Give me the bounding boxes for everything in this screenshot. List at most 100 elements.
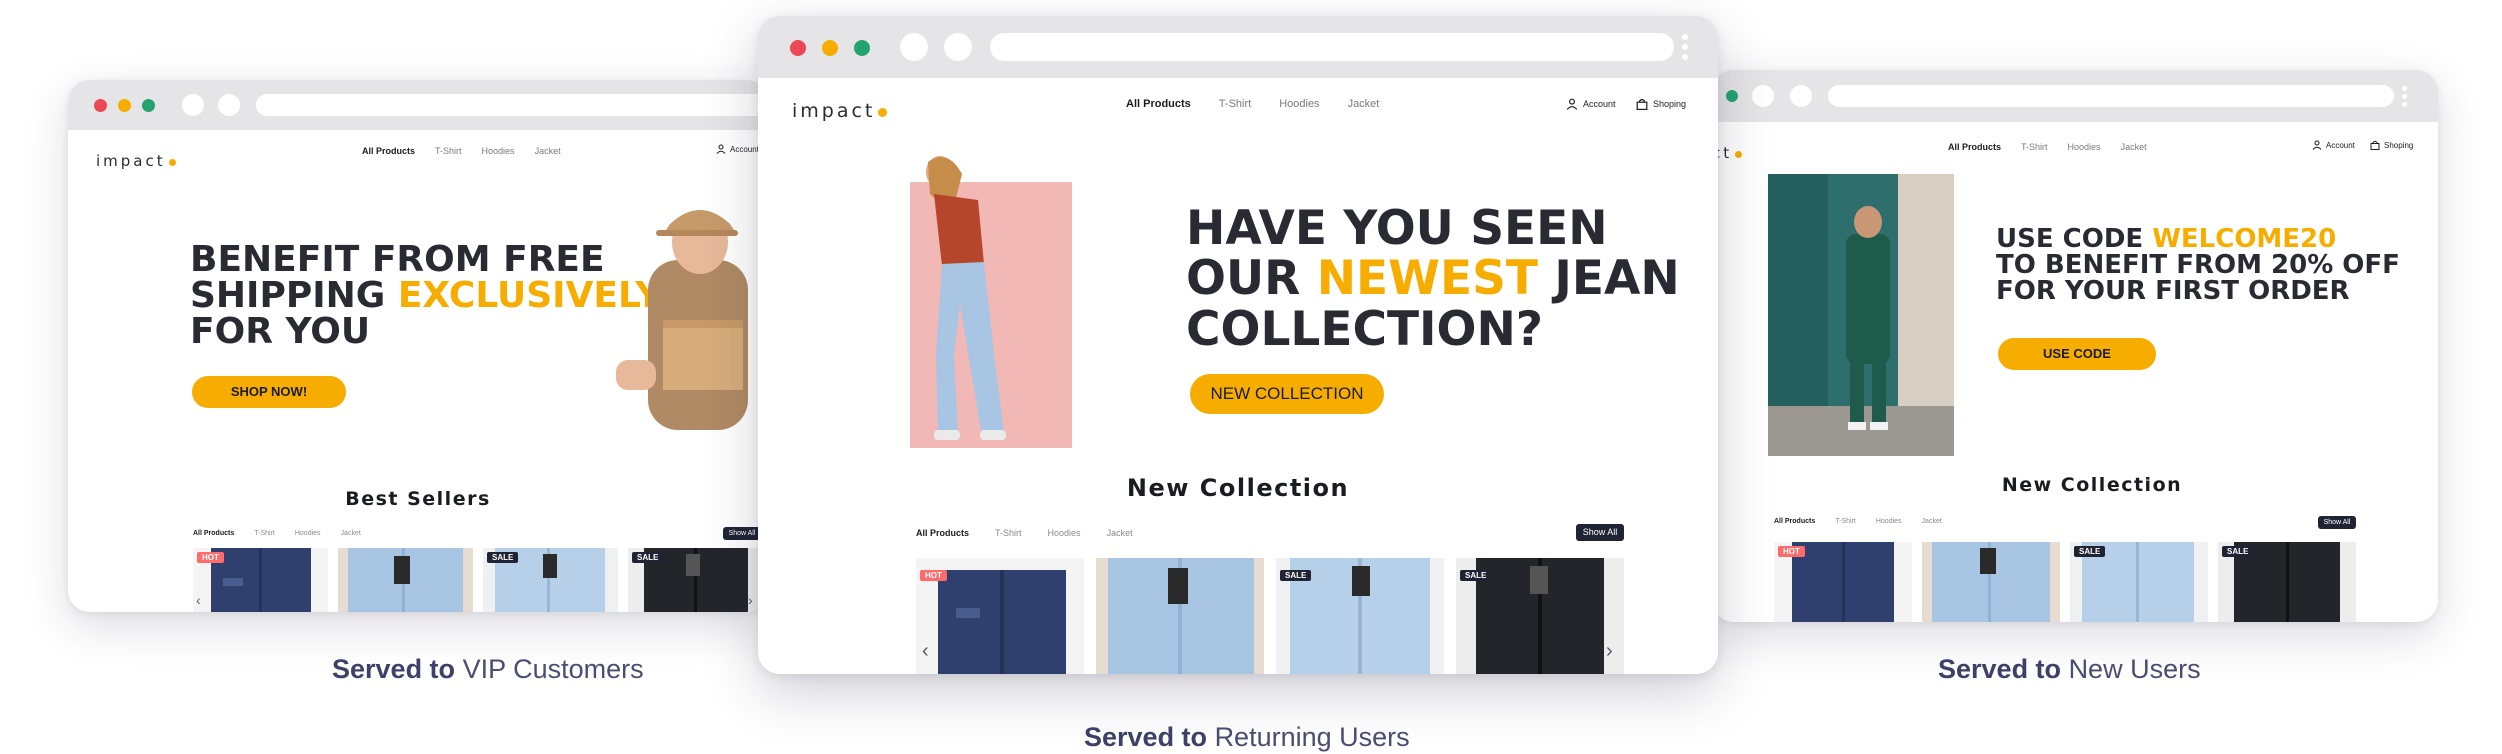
account-link[interactable]: Account: [716, 144, 759, 154]
nav-jacket[interactable]: Jacket: [2121, 142, 2147, 152]
browser-toolbar: [1712, 70, 2438, 122]
section-title: New Collection: [1126, 474, 1350, 502]
product-card[interactable]: SALE: [628, 548, 763, 612]
tab-jacket[interactable]: Jacket: [1107, 528, 1133, 538]
product-card[interactable]: SALE: [1456, 558, 1624, 674]
browser-window-vip: impact All Products T-Shirt Hoodies Jack…: [68, 80, 768, 612]
account-link[interactable]: Account: [1566, 98, 1616, 110]
account-label: Account: [2326, 140, 2355, 150]
nav-all-products[interactable]: All Products: [1126, 98, 1191, 110]
new-collection-button[interactable]: NEW COLLECTION: [1190, 374, 1384, 414]
logo-dot-icon: [168, 159, 176, 166]
show-all-button[interactable]: Show All: [1576, 524, 1624, 541]
forward-button[interactable]: [218, 94, 240, 116]
minimize-dot-icon[interactable]: [118, 99, 131, 112]
tab-hoodies[interactable]: Hoodies: [295, 530, 321, 537]
shopping-bag-icon: [1636, 98, 1648, 110]
brand-logo[interactable]: impact: [96, 152, 176, 170]
minimize-dot-icon[interactable]: [822, 40, 838, 56]
nav-tshirt[interactable]: T-Shirt: [1219, 98, 1251, 110]
hero-woman-jeans-image: [910, 156, 1072, 448]
main-nav: All Products T-Shirt Hoodies Jacket: [1948, 142, 2147, 152]
nav-tshirt[interactable]: T-Shirt: [435, 146, 462, 156]
close-dot-icon[interactable]: [790, 40, 806, 56]
nav-all-products[interactable]: All Products: [362, 146, 415, 156]
browser-toolbar: [68, 80, 768, 130]
close-dot-icon[interactable]: [94, 99, 107, 112]
product-card[interactable]: [1096, 558, 1264, 674]
nav-jacket[interactable]: Jacket: [1348, 98, 1380, 110]
back-button[interactable]: [900, 33, 928, 61]
menu-icon-dot: [1682, 44, 1688, 50]
back-button[interactable]: [182, 94, 204, 116]
browser-toolbar: [758, 16, 1718, 78]
product-card[interactable]: [338, 548, 473, 612]
address-bar[interactable]: [990, 33, 1674, 61]
hero-headline: HAVE YOU SEEN OUR NEWEST JEAN COLLECTION…: [1186, 201, 1680, 357]
show-all-button[interactable]: Show All: [2318, 516, 2356, 529]
product-tabs: All Products T-Shirt Hoodies Jacket: [916, 528, 1133, 538]
maximize-dot-icon[interactable]: [1726, 90, 1738, 102]
chevron-right-icon[interactable]: ›: [748, 592, 753, 608]
product-card[interactable]: SALE: [483, 548, 618, 612]
chevron-left-icon[interactable]: ‹: [196, 592, 201, 608]
badge: SALE: [632, 552, 664, 563]
jeans-light-image: [1108, 558, 1254, 674]
tab-all-products[interactable]: All Products: [1774, 518, 1815, 525]
use-code-button[interactable]: USE CODE: [1998, 338, 2156, 370]
product-card[interactable]: HOT: [916, 558, 1084, 674]
forward-button[interactable]: [944, 33, 972, 61]
menu-icon-dot: [1682, 54, 1688, 60]
shop-now-button[interactable]: SHOP NOW!: [192, 376, 346, 408]
tab-jacket[interactable]: Jacket: [1922, 518, 1942, 525]
address-bar[interactable]: [256, 94, 768, 116]
shopping-label: Shoping: [1653, 99, 1687, 109]
brand-logo[interactable]: impact: [792, 100, 888, 122]
product-card[interactable]: SALE: [2070, 542, 2208, 622]
product-tabs: All Products T-Shirt Hoodies Jacket: [1774, 518, 1942, 525]
tab-tshirt[interactable]: T-Shirt: [1835, 518, 1856, 525]
hero-headline: BENEFIT FROM FREE SHIPPING EXCLUSIVELY F…: [190, 239, 662, 352]
shopping-link[interactable]: Shoping: [1636, 98, 1686, 110]
badge: HOT: [197, 552, 224, 563]
tab-hoodies[interactable]: Hoodies: [1876, 518, 1902, 525]
menu-icon[interactable]: [2402, 86, 2407, 91]
product-card[interactable]: HOT: [193, 548, 328, 612]
maximize-dot-icon[interactable]: [854, 40, 870, 56]
account-link[interactable]: Account: [2312, 140, 2355, 150]
back-button[interactable]: [1752, 85, 1774, 107]
badge: SALE: [2074, 546, 2106, 557]
logo-dot-icon: [1735, 151, 1743, 158]
forward-button[interactable]: [1790, 85, 1812, 107]
maximize-dot-icon[interactable]: [142, 99, 155, 112]
menu-icon[interactable]: [1682, 34, 1688, 40]
show-all-button[interactable]: Show All: [723, 527, 761, 540]
nav-hoodies[interactable]: Hoodies: [482, 146, 515, 156]
tab-all-products[interactable]: All Products: [916, 528, 969, 538]
badge: HOT: [1778, 546, 1805, 557]
user-icon: [2312, 140, 2322, 150]
tab-tshirt[interactable]: T-Shirt: [254, 530, 275, 537]
shopping-link[interactable]: Shoping: [2370, 140, 2413, 150]
nav-hoodies[interactable]: Hoodies: [2068, 142, 2101, 152]
nav-hoodies[interactable]: Hoodies: [1279, 98, 1319, 110]
shopping-bag-icon: [2370, 140, 2380, 150]
tab-tshirt[interactable]: T-Shirt: [995, 528, 1022, 538]
product-card[interactable]: SALE: [2218, 542, 2356, 622]
address-bar[interactable]: [1828, 85, 2394, 107]
chevron-right-icon[interactable]: ›: [1606, 640, 1613, 663]
product-card[interactable]: SALE: [1276, 558, 1444, 674]
tab-all-products[interactable]: All Products: [193, 530, 234, 537]
product-card[interactable]: HOT: [1774, 542, 1912, 622]
tab-jacket[interactable]: Jacket: [341, 530, 361, 537]
nav-jacket[interactable]: Jacket: [535, 146, 561, 156]
nav-all-products[interactable]: All Products: [1948, 142, 2001, 152]
product-card[interactable]: [1922, 542, 2060, 622]
caption-new-users: Served to New Users: [1938, 654, 2201, 684]
account-label: Account: [1583, 99, 1616, 109]
account-label: Account: [730, 144, 759, 154]
chevron-left-icon[interactable]: ‹: [922, 640, 929, 663]
tab-hoodies[interactable]: Hoodies: [1048, 528, 1081, 538]
nav-tshirt[interactable]: T-Shirt: [2021, 142, 2048, 152]
jeans-light-image: [1932, 542, 2050, 622]
